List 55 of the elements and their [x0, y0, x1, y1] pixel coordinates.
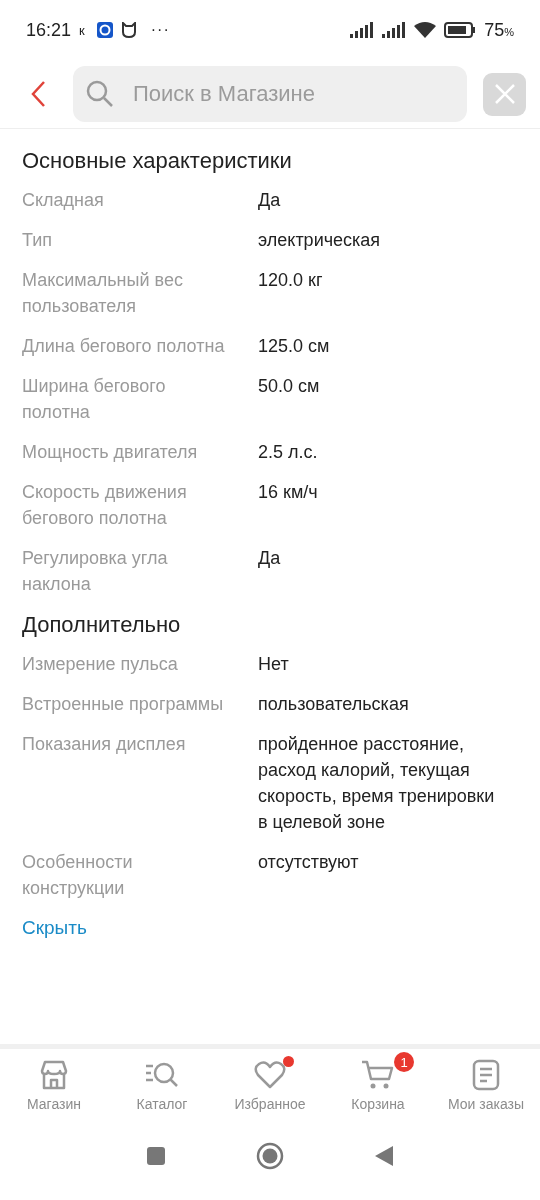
spec-value: 2.5 л.с. — [258, 441, 319, 464]
spec-value: 16 км/ч — [258, 481, 319, 504]
signal-icon — [382, 22, 407, 38]
spec-value: электрическая — [258, 229, 382, 252]
close-icon — [493, 83, 516, 105]
section-title: Дополнительно — [22, 611, 182, 639]
collapse-link[interactable]: Скрыть — [22, 915, 87, 941]
spec-label: Измерение пульса — [22, 653, 179, 676]
spec-label: Особенности конструкции — [22, 851, 134, 900]
spec-value: Нет — [258, 653, 290, 676]
back-triangle-icon[interactable] — [374, 1145, 394, 1167]
cart-icon — [361, 1059, 395, 1091]
nav-tab[interactable]: Мои заказы — [432, 1049, 540, 1126]
search-field[interactable]: Поиск в Магазине — [131, 80, 455, 108]
nav-tab[interactable]: Каталог — [108, 1049, 216, 1126]
spec-value: 120.0 кг — [258, 269, 324, 292]
spec-value: 125.0 см — [258, 335, 331, 358]
heart-icon — [254, 1060, 286, 1090]
spec-label: Длина бегового полотна — [22, 335, 226, 358]
spec-value: отсутствуют — [258, 851, 360, 874]
wifi-icon — [414, 22, 437, 38]
spec-value: Да — [258, 547, 282, 570]
recent-apps-icon[interactable] — [146, 1146, 166, 1166]
spec-label: Мощность двигателя — [22, 441, 199, 464]
nav-tab[interactable]: Магазин — [0, 1049, 108, 1126]
storefront-icon — [38, 1059, 70, 1091]
signal-icon — [350, 22, 375, 38]
spec-value: пройденное расстояние, расход калорий, текущая скорость, время тренировки в целевой зоне — [258, 733, 496, 834]
battery-icon — [444, 22, 477, 38]
app-notification-icon — [96, 22, 113, 38]
spec-value: Да — [258, 189, 282, 212]
spec-value: пользовательская — [258, 693, 410, 716]
section-title: Основные характеристики — [22, 147, 293, 175]
spec-label: Скорость движения бегового полотна — [22, 481, 188, 530]
search-bar[interactable]: Поиск в Магазине — [73, 66, 467, 122]
spec-label: Максимальный вес пользователя — [22, 269, 184, 318]
spec-label: Регулировка угла наклона — [22, 547, 169, 596]
spec-label: Тип — [22, 229, 53, 252]
more-notifications: ··· — [150, 21, 170, 39]
cat-face-icon — [120, 22, 137, 38]
nav-tab[interactable]: 1 Корзина — [324, 1049, 432, 1126]
search-icon — [85, 79, 115, 109]
spec-value: 50.0 см — [258, 375, 321, 398]
status-time: 16:21 — [26, 19, 72, 41]
spec-label: Ширина бегового полотна — [22, 375, 167, 424]
status-letter: к — [79, 22, 85, 38]
battery-percent: 75% — [484, 19, 514, 41]
nav-tab[interactable]: Избранное — [216, 1049, 324, 1126]
count-badge: 1 — [394, 1052, 414, 1072]
back-icon[interactable] — [30, 80, 46, 108]
home-icon[interactable] — [256, 1142, 284, 1170]
spec-label: Встроенные программы — [22, 693, 225, 716]
spec-label: Показания дисплея — [22, 733, 187, 756]
spec-label: Складная — [22, 189, 105, 212]
document-icon — [472, 1059, 500, 1091]
